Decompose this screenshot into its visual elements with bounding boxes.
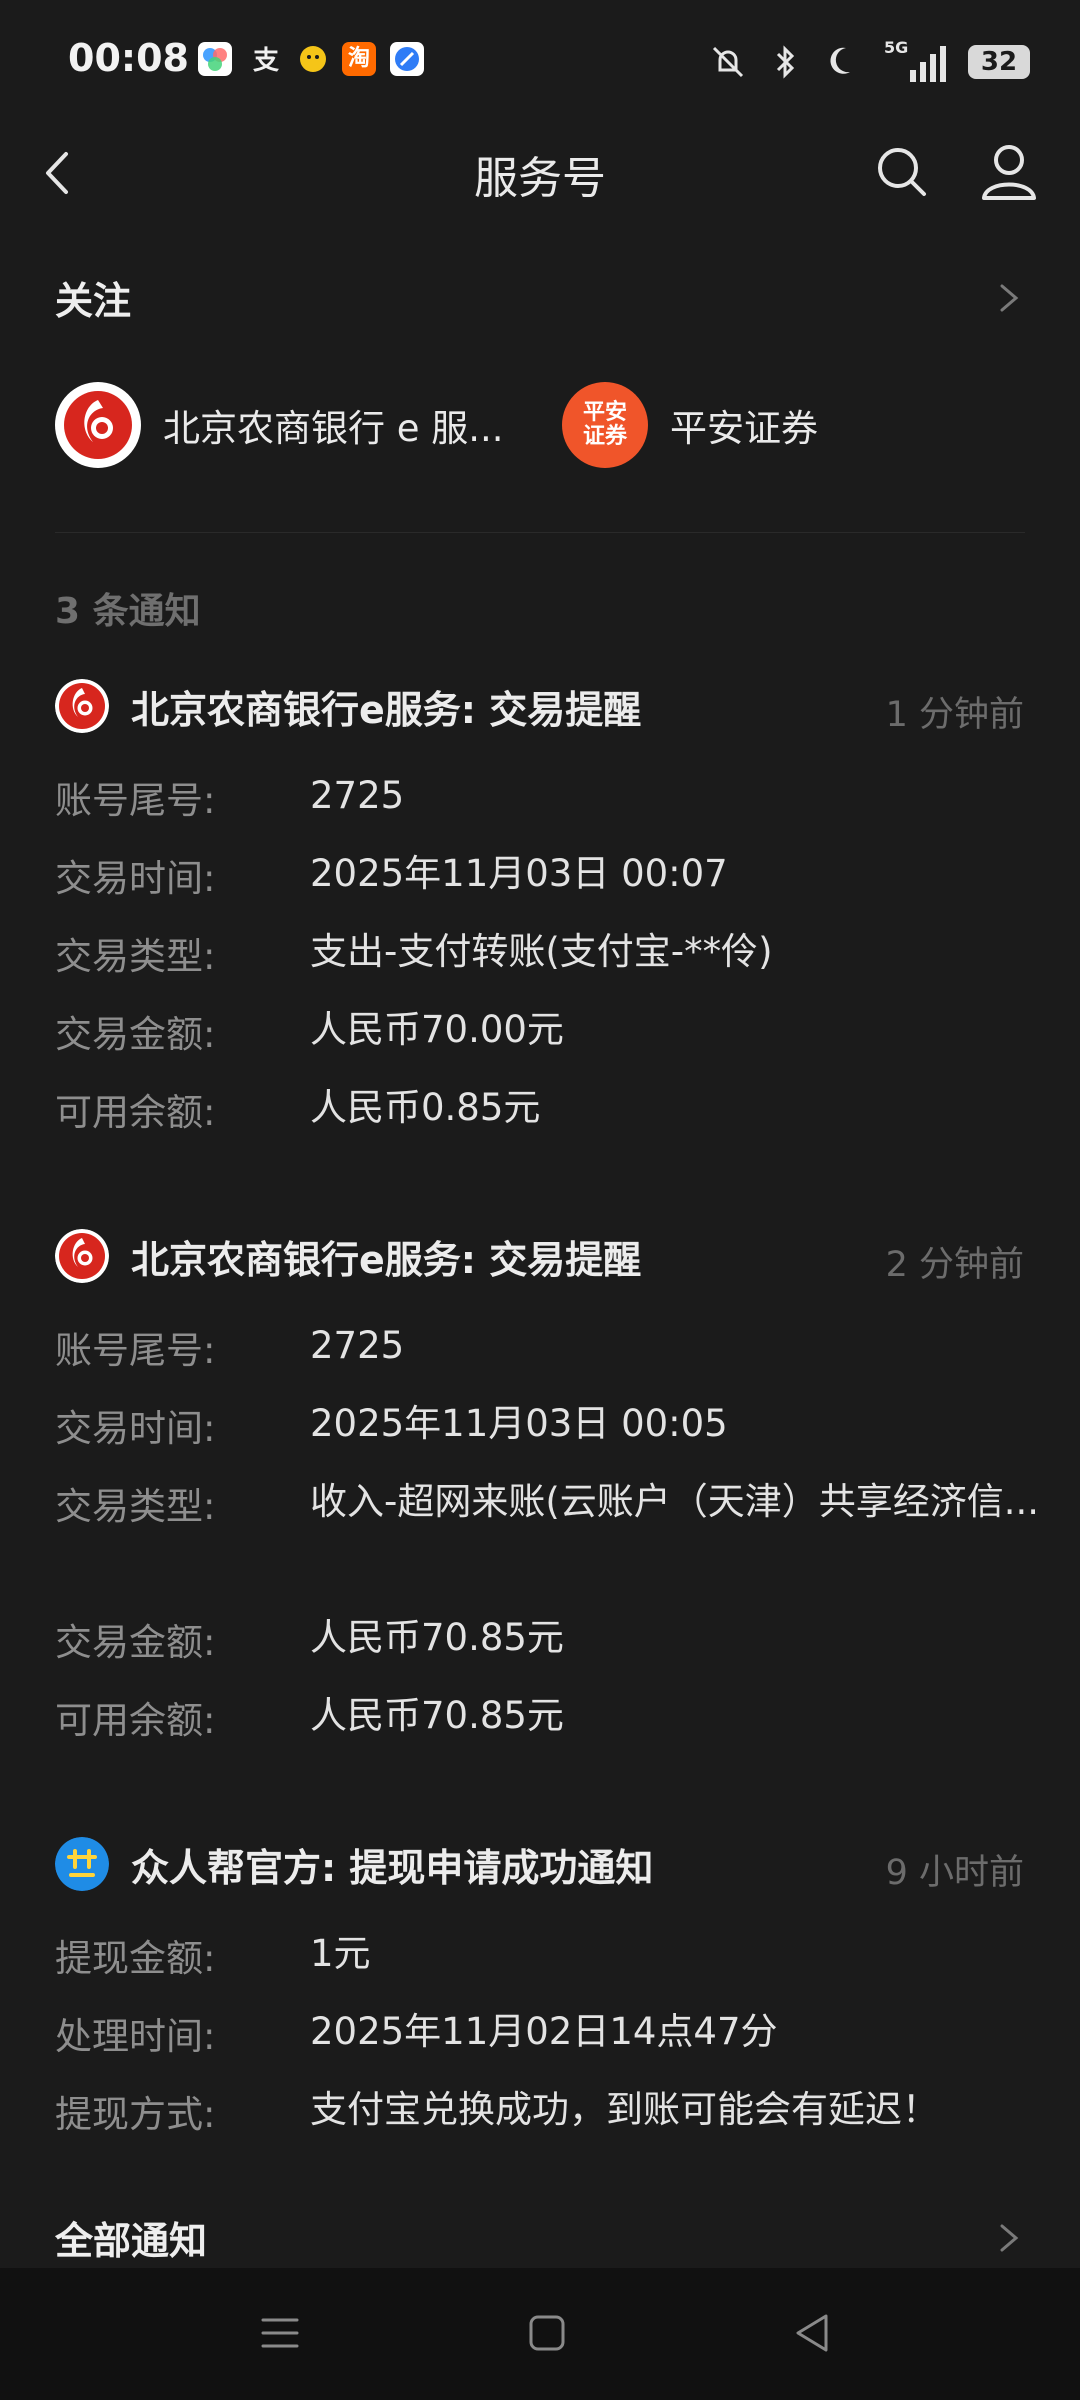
taobao-icon: 淘 (342, 42, 376, 76)
detail-value: 2025年11月03日 00:07 (310, 852, 728, 895)
detail-key: 账号尾号: (55, 1329, 216, 1372)
detail-key: 交易类型: (55, 1485, 216, 1528)
detail-key: 交易金额: (55, 1621, 216, 1664)
pingan-logo-icon: 平安证券 (562, 382, 648, 468)
detail-key: 提现金额: (55, 1937, 216, 1980)
detail-value: 2025年11月03日 00:05 (310, 1402, 728, 1445)
detail-row-time: 交易时间: 2025年11月03日 00:05 (55, 1398, 1080, 1452)
notification-count: 3 条通知 (55, 591, 201, 632)
notification-header: 众人帮官方: 提现申请成功通知 (55, 1836, 653, 1892)
photos-icon (198, 42, 232, 76)
section-divider (55, 532, 1025, 533)
detail-key: 提现方式: (55, 2093, 216, 2136)
svg-text:支: 支 (253, 46, 279, 76)
network-type: 5G (884, 38, 909, 57)
detail-value: 人民币0.85元 (310, 1086, 541, 1129)
follow-title[interactable]: 关注 (55, 270, 131, 325)
detail-row-time: 处理时间: 2025年11月02日14点47分 (55, 2006, 1080, 2060)
detail-value: 支出-支付转账(支付宝-**伶) (310, 930, 773, 973)
detail-row-type: 交易类型: 支出-支付转账(支付宝-**伶) (55, 926, 1080, 980)
alipay-icon: 支 (248, 42, 282, 76)
followed-account-name: 平安证券 (670, 407, 818, 450)
notification-title: 北京农商银行e服务: 交易提醒 (131, 687, 642, 732)
status-bar: 00:08 支 淘 5G 32 (0, 0, 1080, 120)
detail-row-amount: 交易金额: 人民币70.85元 (55, 1612, 1080, 1666)
moon-icon (830, 47, 850, 74)
bank-logo-icon (55, 1229, 109, 1283)
followed-account-bank[interactable]: 北京农商银行 e 服... (55, 380, 504, 470)
detail-row-amount: 交易金额: 人民币70.00元 (55, 1004, 1080, 1058)
notification-header: 北京农商银行e服务: 交易提醒 (55, 678, 641, 734)
detail-key: 交易类型: (55, 935, 216, 978)
notification-header: 北京农商银行e服务: 交易提醒 (55, 1228, 641, 1284)
chevron-right-icon[interactable] (994, 278, 1024, 318)
notification-time: 1 分钟前 (885, 695, 1024, 735)
detail-key: 处理时间: (55, 2015, 216, 2058)
detail-row-type: 交易类型: 收入-超网来账(云账户（天津）共享经济信... (55, 1476, 1080, 1530)
search-icon[interactable] (874, 144, 930, 200)
app-bar: 服务号 (0, 120, 1080, 230)
chat-icon (296, 42, 330, 76)
detail-key: 交易时间: (55, 1407, 216, 1450)
system-nav-bar (0, 2268, 1080, 2400)
bank-logo-icon (55, 382, 141, 468)
followed-account-name: 北京农商银行 e 服... (163, 407, 504, 450)
detail-value: 人民币70.00元 (310, 1008, 564, 1051)
detail-row-balance: 可用余额: 人民币70.85元 (55, 1690, 1080, 1744)
bluetooth-icon (776, 45, 795, 79)
status-right-icons: 5G 32 (708, 38, 1030, 86)
detail-row-balance: 可用余额: 人民币0.85元 (55, 1082, 1080, 1136)
chevron-right-icon[interactable] (994, 2218, 1024, 2258)
detail-row-time: 交易时间: 2025年11月03日 00:07 (55, 848, 1080, 902)
signal-icon: 5G (884, 38, 946, 82)
mute-icon (712, 46, 744, 78)
home-icon[interactable] (522, 2308, 572, 2358)
detail-row-account: 账号尾号: 2725 (55, 770, 1080, 824)
followed-account-pingan[interactable]: 平安证券 平安证券 (562, 380, 818, 470)
notification-card[interactable]: 北京农商银行e服务: 交易提醒 1 分钟前 账号尾号: 2725 交易时间: 202… (0, 678, 1080, 1138)
notification-title: 北京农商银行e服务: 交易提醒 (131, 1237, 642, 1282)
detail-value: 人民币70.85元 (310, 1616, 564, 1659)
detail-key: 可用余额: (55, 1091, 216, 1134)
detail-key: 可用余额: (55, 1699, 216, 1742)
detail-value: 2725 (310, 1324, 405, 1367)
detail-value: 1元 (310, 1932, 371, 1975)
all-notifications-link[interactable]: 全部通知 (55, 2210, 207, 2265)
menu-icon[interactable] (255, 2308, 305, 2358)
detail-value: 收入-超网来账(云账户（天津）共享经济信... (310, 1480, 1040, 1523)
detail-row-amount: 提现金额: 1元 (55, 1928, 1080, 1982)
detail-value: 2725 (310, 774, 405, 817)
battery-icon: 32 (968, 45, 1030, 79)
notification-card[interactable]: 众人帮官方: 提现申请成功通知 9 小时前 提现金额: 1元 处理时间: 2025年… (0, 1836, 1080, 2146)
notification-title: 众人帮官方: 提现申请成功通知 (131, 1845, 654, 1890)
detail-value: 支付宝兑换成功，到账可能会有延迟！ (310, 2088, 939, 2131)
notification-card[interactable]: 北京农商银行e服务: 交易提醒 2 分钟前 账号尾号: 2725 交易时间: 202… (0, 1228, 1080, 1748)
detail-row-method: 提现方式: 支付宝兑换成功，到账可能会有延迟！ (55, 2084, 1080, 2138)
notification-time: 2 分钟前 (885, 1245, 1024, 1285)
bank-logo-icon (55, 679, 109, 733)
browser-icon (390, 42, 424, 76)
detail-key: 交易金额: (55, 1013, 216, 1056)
detail-key: 账号尾号: (55, 779, 216, 822)
detail-value: 2025年11月02日14点47分 (310, 2010, 778, 2053)
detail-key: 交易时间: (55, 857, 216, 900)
follow-section: 关注 北京农商银行 e 服... 平安证券 平安证券 (0, 240, 1080, 530)
notification-time: 9 小时前 (885, 1853, 1024, 1893)
zhongrenbang-logo-icon (55, 1837, 109, 1891)
detail-value: 人民币70.85元 (310, 1694, 564, 1737)
back-triangle-icon[interactable] (788, 2308, 838, 2358)
pingan-logo-text: 平安证券 (582, 400, 627, 449)
detail-row-account: 账号尾号: 2725 (55, 1320, 1080, 1374)
status-time: 00:08 (68, 36, 189, 80)
user-profile-icon[interactable] (980, 142, 1038, 202)
